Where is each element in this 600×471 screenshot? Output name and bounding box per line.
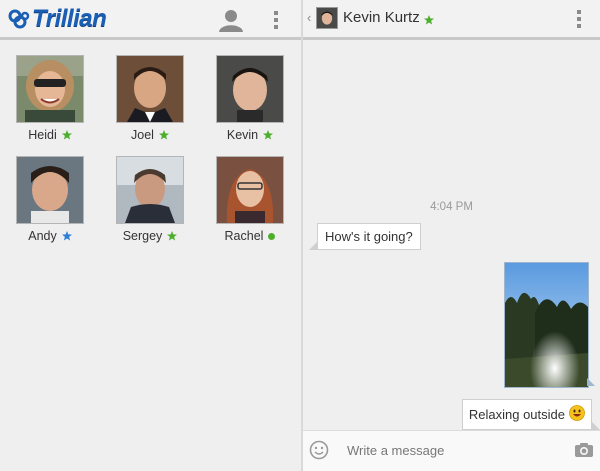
camera-icon[interactable] [574, 442, 594, 458]
incoming-message-bubble[interactable]: How's it going? [309, 223, 421, 250]
contacts-pane: Trillian Heidi Joel Kevin Andy Sergey Ra… [0, 0, 301, 471]
avatar [16, 55, 84, 123]
online-status-dot [268, 232, 276, 240]
appbar-divider [0, 37, 301, 40]
contact-name: Kevin [226, 128, 259, 142]
contact-tile[interactable]: Rachel [205, 156, 295, 243]
trillian-logo-icon [8, 8, 30, 30]
chat-contact-name[interactable]: Kevin Kurtz [343, 9, 420, 26]
contact-tile[interactable]: Heidi [5, 55, 95, 142]
message-text: Relaxing outside [468, 407, 565, 422]
avatar [216, 55, 284, 123]
avatar [116, 156, 184, 224]
contact-tile[interactable]: Sergey [105, 156, 195, 243]
contact-tile[interactable]: Kevin [205, 55, 295, 142]
avatar [16, 156, 84, 224]
contact-name: Joel [131, 128, 154, 142]
outgoing-photo-message[interactable] [504, 262, 589, 388]
favorite-star-icon [61, 130, 72, 140]
message-composer [303, 430, 600, 471]
back-chevron-icon[interactable]: ‹ [307, 10, 311, 25]
emoji-picker-icon[interactable] [309, 440, 329, 460]
logo-wordmark: Trillian [32, 5, 107, 32]
contact-tile[interactable]: Andy [5, 156, 95, 243]
message-timestamp: 4:04 PM [430, 201, 473, 213]
contact-name: Rachel [224, 229, 264, 243]
smiley-emoji-icon [569, 405, 585, 424]
outgoing-message-bubble[interactable]: Relaxing outside [461, 399, 600, 430]
contact-name: Andy [28, 229, 57, 243]
contact-name: Sergey [122, 229, 163, 243]
avatar [216, 156, 284, 224]
favorite-star-icon [158, 130, 169, 140]
favorite-star-icon [167, 231, 178, 241]
contact-name: Heidi [28, 128, 57, 142]
contact-tile[interactable]: Joel [105, 55, 195, 142]
overflow-menu-icon[interactable] [577, 10, 581, 28]
chat-appbar: ‹ Kevin Kurtz [303, 0, 600, 37]
message-text: How's it going? [325, 229, 413, 244]
profile-icon[interactable] [218, 8, 244, 32]
favorite-star-icon [263, 130, 274, 140]
message-input[interactable] [341, 439, 573, 461]
overflow-menu-icon[interactable] [274, 11, 278, 29]
trillian-logo: Trillian [8, 5, 107, 32]
favorite-star-icon [61, 231, 72, 241]
contacts-appbar: Trillian [0, 0, 301, 37]
avatar [116, 55, 184, 123]
favorite-star-icon [424, 12, 434, 30]
appbar-divider [303, 37, 600, 40]
chat-pane: ‹ Kevin Kurtz 4:04 PM How's it going? Re… [303, 0, 600, 471]
chat-contact-avatar[interactable] [316, 7, 338, 29]
